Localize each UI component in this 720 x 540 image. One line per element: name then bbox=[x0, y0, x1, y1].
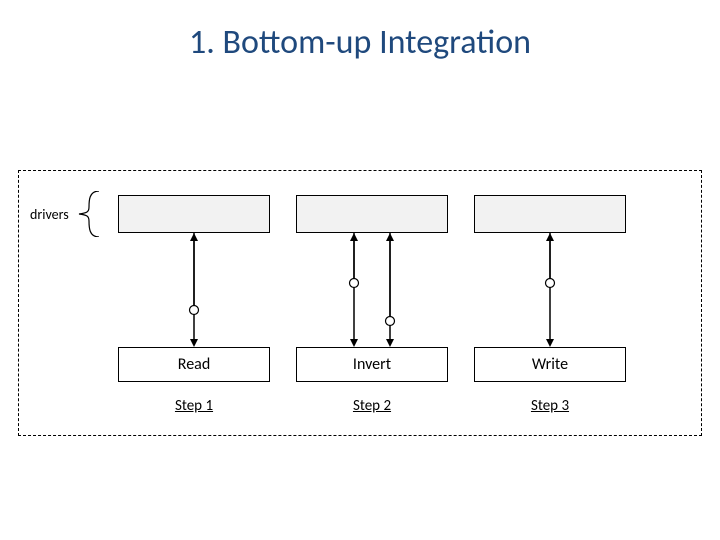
brace-icon bbox=[77, 191, 99, 237]
module-box-write: Write bbox=[474, 347, 626, 382]
connector-2b bbox=[384, 233, 396, 347]
page-title: 1. Bottom-up Integration bbox=[0, 22, 720, 63]
module-box-read: Read bbox=[118, 347, 270, 382]
module-box-invert: Invert bbox=[296, 347, 448, 382]
driver-box-1 bbox=[118, 195, 270, 233]
driver-box-3 bbox=[474, 195, 626, 233]
driver-box-2 bbox=[296, 195, 448, 233]
connector-1 bbox=[188, 233, 200, 347]
step-label-3: Step 3 bbox=[474, 397, 626, 415]
drivers-label: drivers bbox=[30, 206, 69, 223]
step-label-1: Step 1 bbox=[118, 397, 270, 415]
connector-3 bbox=[544, 233, 556, 347]
connector-2a bbox=[348, 233, 360, 347]
step-label-2: Step 2 bbox=[296, 397, 448, 415]
